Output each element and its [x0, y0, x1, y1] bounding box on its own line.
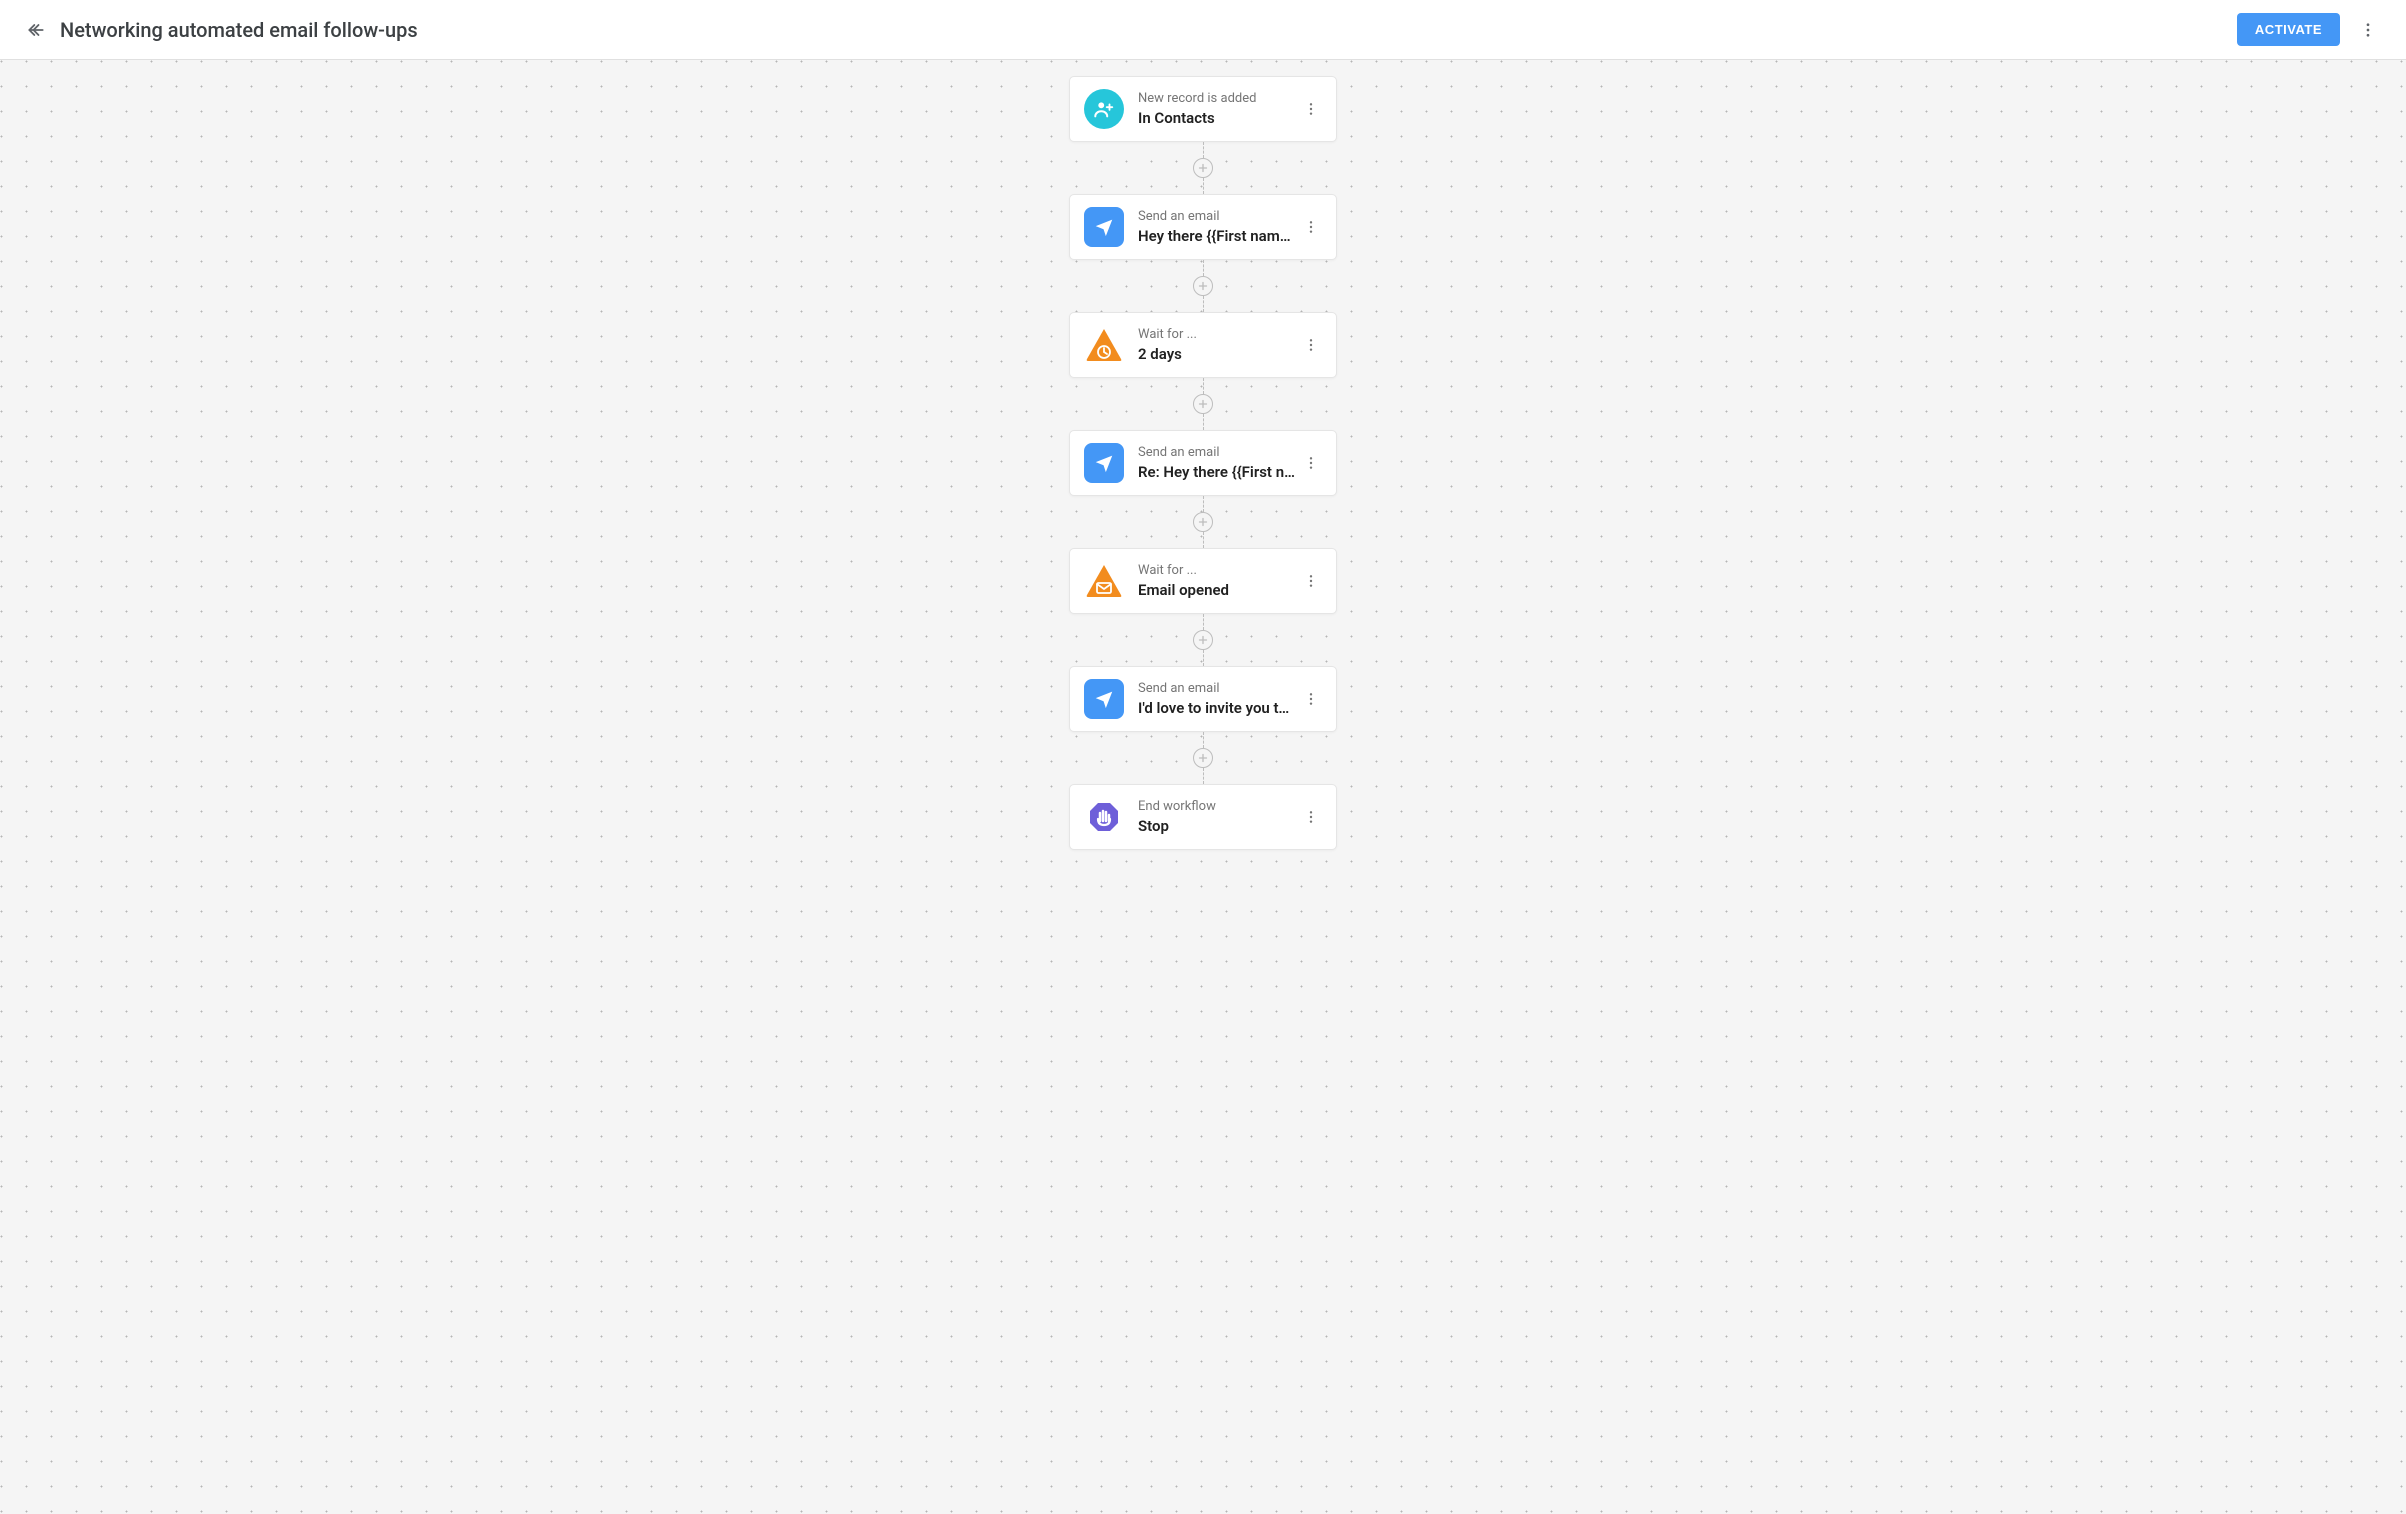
workflow-node-send-email[interactable]: Send an email Hey there {{First name…: [1069, 194, 1337, 260]
add-step-button[interactable]: [1193, 512, 1213, 532]
add-step-button[interactable]: [1193, 394, 1213, 414]
plus-icon: [1197, 634, 1209, 646]
node-type-label: Send an email: [1138, 680, 1296, 698]
node-title: Re: Hey there {{First n…: [1138, 462, 1296, 482]
stop-icon: [1084, 797, 1124, 837]
activate-button[interactable]: ACTIVATE: [2237, 13, 2340, 46]
node-type-label: Wait for ...: [1138, 562, 1296, 580]
node-text: Wait for ... 2 days: [1138, 326, 1296, 364]
more-vertical-icon: [1303, 809, 1319, 825]
workflow-node-send-email[interactable]: Send an email I'd love to invite you to…: [1069, 666, 1337, 732]
node-type-label: Send an email: [1138, 444, 1296, 462]
node-more-button[interactable]: [1296, 94, 1326, 124]
node-text: Send an email Hey there {{First name…: [1138, 208, 1296, 246]
node-title: Email opened: [1138, 580, 1296, 600]
connector: [1193, 496, 1213, 548]
plus-icon: [1197, 516, 1209, 528]
node-type-label: Wait for ...: [1138, 326, 1296, 344]
node-more-button[interactable]: [1296, 448, 1326, 478]
connector: [1193, 732, 1213, 784]
connector: [1193, 378, 1213, 430]
node-text: Send an email Re: Hey there {{First n…: [1138, 444, 1296, 482]
page-title: Networking automated email follow-ups: [60, 18, 2237, 42]
plus-icon: [1197, 752, 1209, 764]
workflow-canvas[interactable]: New record is added In Contacts Send an …: [0, 60, 2406, 1514]
plus-icon: [1197, 398, 1209, 410]
node-type-label: End workflow: [1138, 798, 1296, 816]
node-more-button[interactable]: [1296, 212, 1326, 242]
workflow-node-wait[interactable]: Wait for ... Email opened: [1069, 548, 1337, 614]
more-vertical-icon: [1303, 573, 1319, 589]
node-title: Stop: [1138, 816, 1296, 836]
send-icon: [1084, 443, 1124, 483]
send-icon: [1084, 679, 1124, 719]
connector: [1193, 614, 1213, 666]
node-type-label: New record is added: [1138, 90, 1296, 108]
add-step-button[interactable]: [1193, 748, 1213, 768]
node-text: Send an email I'd love to invite you to…: [1138, 680, 1296, 718]
header-more-button[interactable]: [2352, 14, 2384, 46]
header: Networking automated email follow-ups AC…: [0, 0, 2406, 60]
node-text: Wait for ... Email opened: [1138, 562, 1296, 600]
node-title: In Contacts: [1138, 108, 1296, 128]
node-more-button[interactable]: [1296, 802, 1326, 832]
workflow-node-trigger[interactable]: New record is added In Contacts: [1069, 76, 1337, 142]
node-more-button[interactable]: [1296, 566, 1326, 596]
plus-icon: [1197, 280, 1209, 292]
node-more-button[interactable]: [1296, 330, 1326, 360]
more-vertical-icon: [1303, 101, 1319, 117]
node-title: I'd love to invite you to…: [1138, 698, 1296, 718]
workflow-node-stop[interactable]: End workflow Stop: [1069, 784, 1337, 850]
add-step-button[interactable]: [1193, 630, 1213, 650]
more-vertical-icon: [1303, 455, 1319, 471]
person-add-icon: [1084, 89, 1124, 129]
node-type-label: Send an email: [1138, 208, 1296, 226]
workflow-node-wait[interactable]: Wait for ... 2 days: [1069, 312, 1337, 378]
node-title: 2 days: [1138, 344, 1296, 364]
wait-mail-icon: [1084, 561, 1124, 601]
connector: [1193, 142, 1213, 194]
node-title: Hey there {{First name…: [1138, 226, 1296, 246]
more-vertical-icon: [2359, 21, 2377, 39]
wait-clock-icon: [1084, 325, 1124, 365]
plus-icon: [1197, 162, 1209, 174]
node-more-button[interactable]: [1296, 684, 1326, 714]
more-vertical-icon: [1303, 337, 1319, 353]
send-icon: [1084, 207, 1124, 247]
node-text: New record is added In Contacts: [1138, 90, 1296, 128]
back-button[interactable]: [22, 16, 50, 44]
more-vertical-icon: [1303, 691, 1319, 707]
workflow-node-send-email[interactable]: Send an email Re: Hey there {{First n…: [1069, 430, 1337, 496]
more-vertical-icon: [1303, 219, 1319, 235]
add-step-button[interactable]: [1193, 276, 1213, 296]
connector: [1193, 260, 1213, 312]
node-text: End workflow Stop: [1138, 798, 1296, 836]
add-step-button[interactable]: [1193, 158, 1213, 178]
